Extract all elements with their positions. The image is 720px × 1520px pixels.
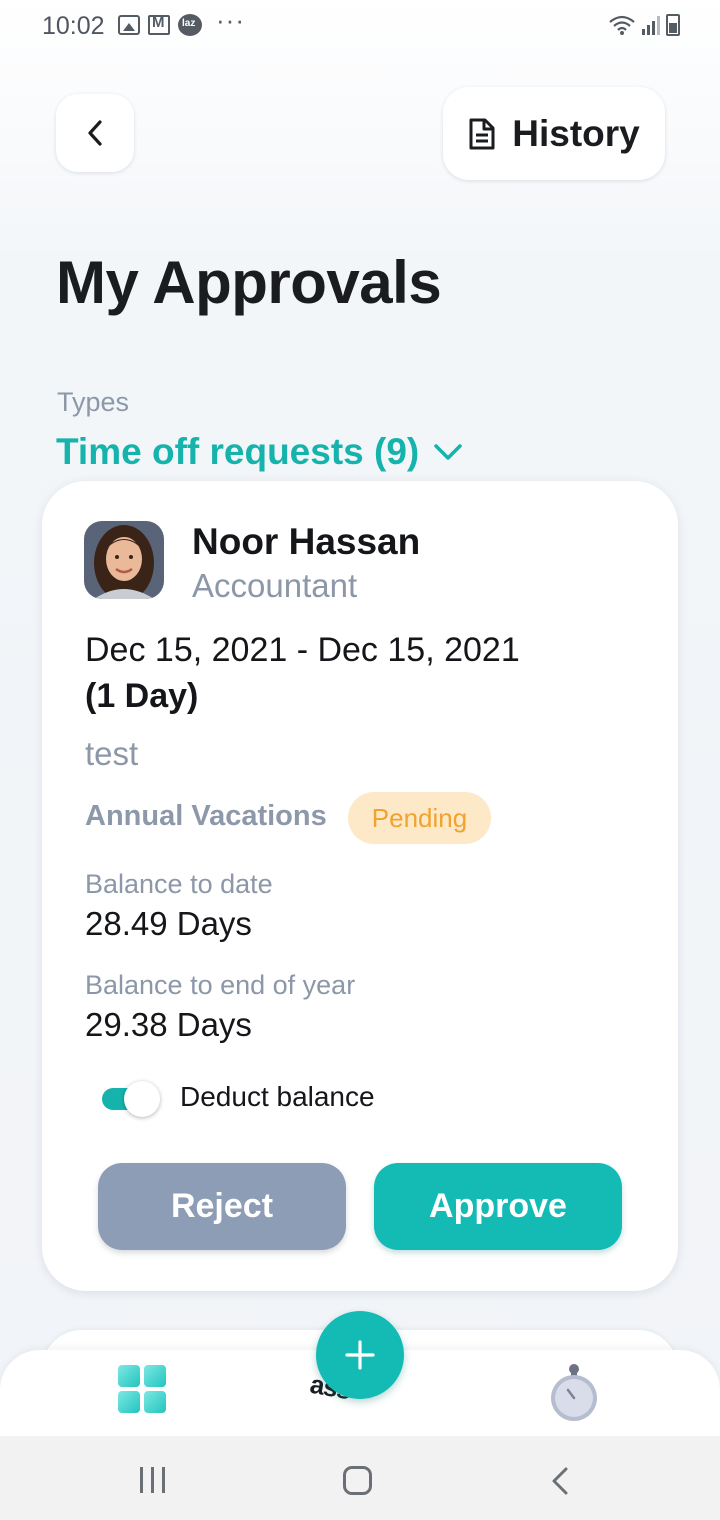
gmail-icon (148, 14, 170, 35)
history-label: History (512, 112, 640, 154)
date-range: Dec 15, 2021 - Dec 15, 2021 (85, 631, 520, 669)
plus-icon (345, 1340, 375, 1370)
status-time: 10:02 (42, 12, 105, 40)
timer-icon[interactable] (548, 1362, 600, 1422)
deduct-balance-toggle[interactable] (102, 1081, 160, 1117)
balance-eoy-value: 29.38 Days (85, 1006, 252, 1043)
lazada-icon (178, 14, 202, 36)
wifi-icon (609, 15, 635, 35)
reject-button[interactable]: Reject (98, 1163, 346, 1250)
document-icon (469, 118, 495, 149)
history-button[interactable]: History (443, 87, 665, 180)
balance-eoy-label: Balance to end of year (85, 970, 356, 1000)
request-note: test (85, 735, 139, 772)
types-label: Types (57, 387, 130, 417)
employee-role: Accountant (192, 567, 358, 604)
battery-icon (666, 14, 680, 36)
deduct-balance-label: Deduct balance (180, 1081, 375, 1112)
status-bar: 10:02 ··· (0, 0, 720, 54)
signal-icon (642, 15, 660, 35)
avatar (84, 521, 164, 599)
page-title: My Approvals (56, 249, 442, 316)
status-icons-left: ··· (118, 5, 245, 36)
chevron-left-icon (88, 120, 102, 146)
status-icons-right (608, 14, 680, 36)
system-back-icon[interactable] (548, 1466, 572, 1496)
image-icon (118, 15, 140, 35)
employee-name: Noor Hassan (192, 521, 421, 562)
balance-to-date-label: Balance to date (85, 869, 273, 899)
chevron-down-icon (434, 444, 462, 460)
types-value: Time off requests (9) (56, 431, 420, 472)
leave-type: Annual Vacations (85, 800, 327, 832)
duration: (1 Day) (85, 677, 199, 715)
more-dots-icon: ··· (216, 4, 245, 35)
status-badge: Pending (348, 792, 491, 844)
home-icon[interactable] (343, 1466, 372, 1495)
add-button[interactable] (316, 1311, 404, 1399)
types-dropdown[interactable]: Time off requests (9) (56, 431, 463, 473)
approve-button[interactable]: Approve (374, 1163, 622, 1250)
toggle-knob (124, 1081, 160, 1117)
balance-to-date-value: 28.49 Days (85, 905, 252, 942)
dashboard-icon[interactable] (118, 1365, 168, 1415)
recents-icon[interactable] (140, 1467, 170, 1493)
back-button[interactable] (56, 94, 134, 172)
request-card: Noor Hassan Accountant Dec 15, 2021 - De… (42, 481, 678, 1291)
